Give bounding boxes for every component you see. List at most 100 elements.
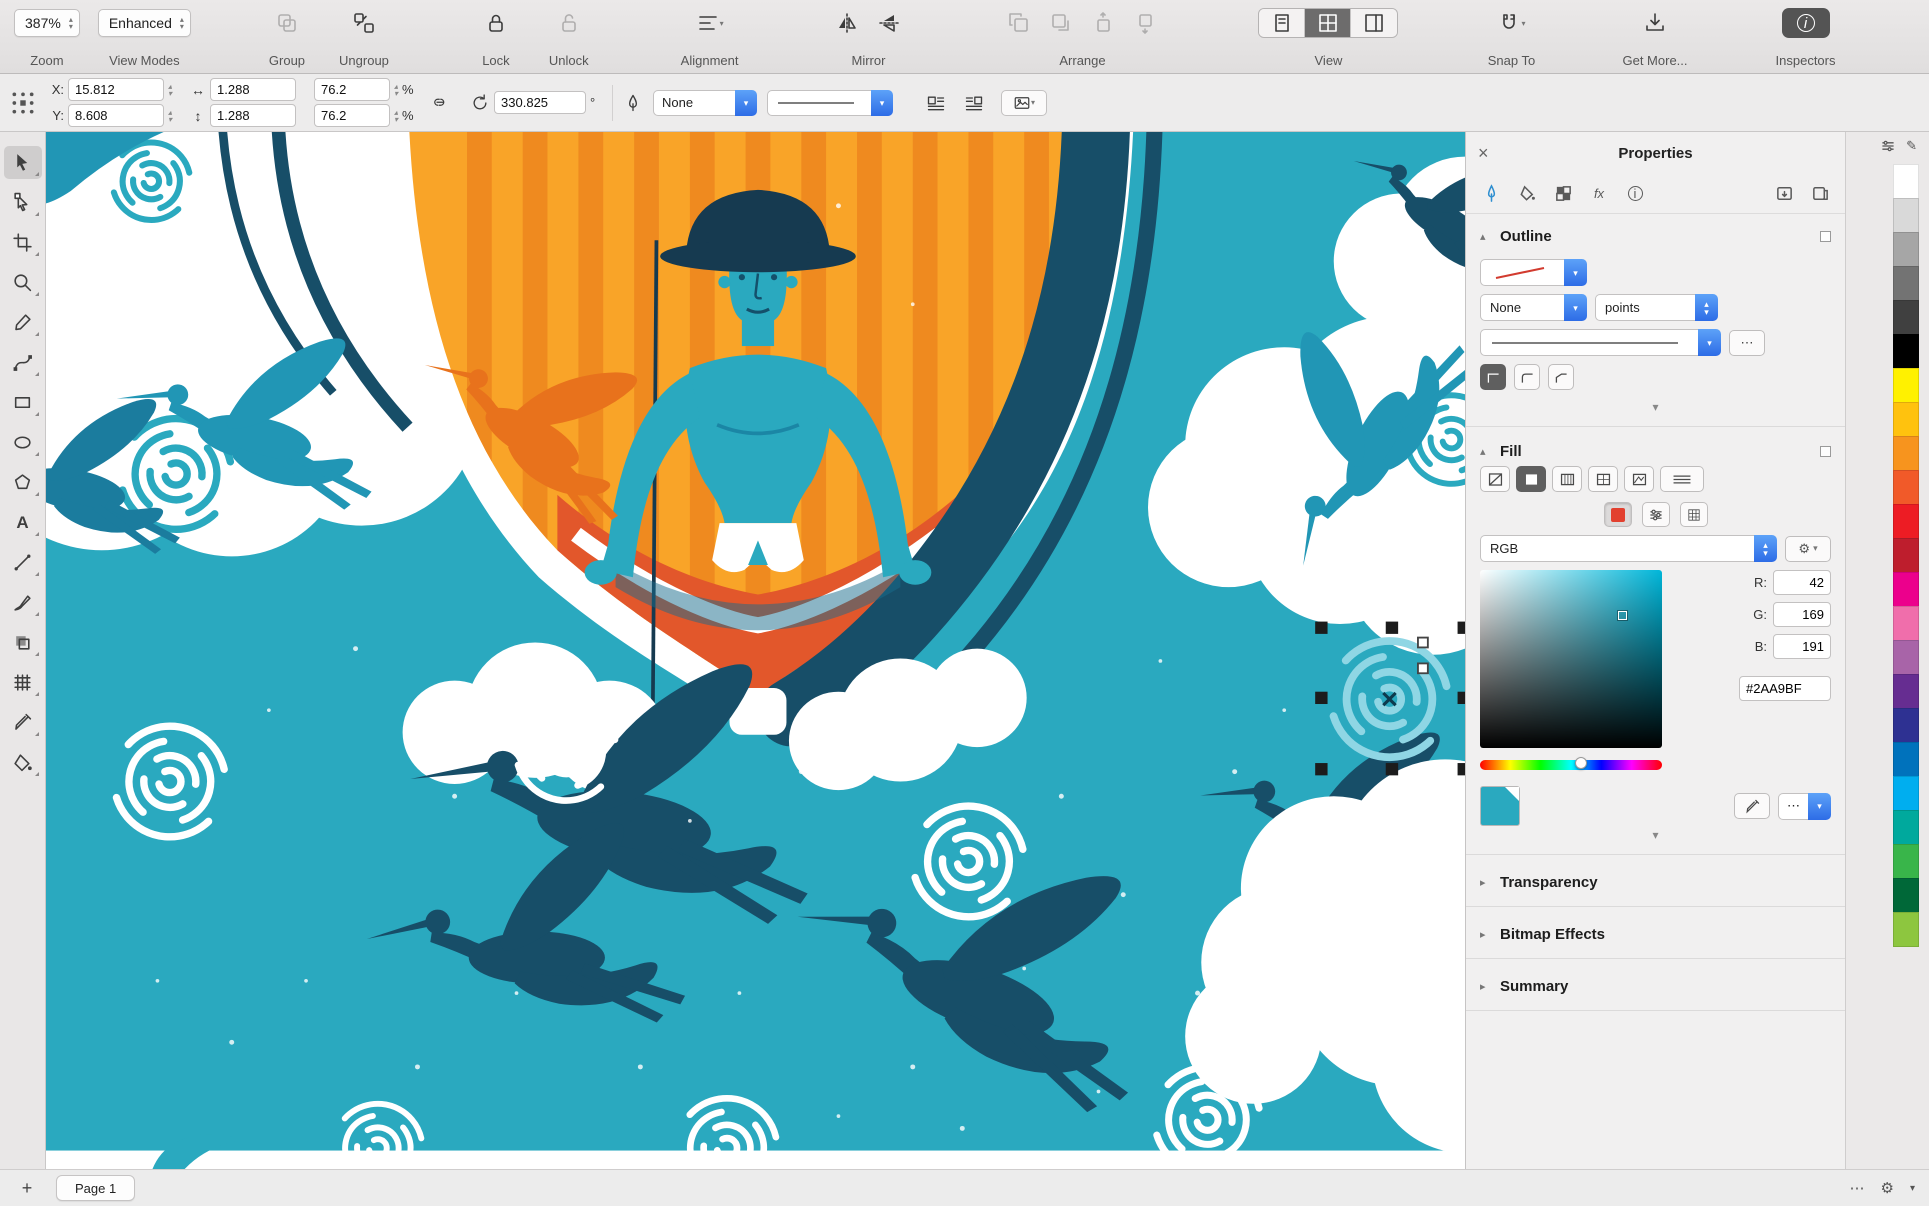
rectangle-tool[interactable] — [4, 386, 42, 419]
scale-x-stepper[interactable]: ▴ ▾ — [394, 82, 398, 97]
saturation-value-field[interactable] — [1480, 570, 1662, 748]
corner-bevel-button[interactable] — [1548, 364, 1574, 390]
fill-options-dropdown[interactable]: ▾ — [1001, 89, 1048, 116]
gear-icon[interactable]: ⚙ — [1881, 1179, 1894, 1197]
ungroup-button[interactable] — [347, 8, 381, 38]
smart-fill-tool[interactable] — [4, 746, 42, 779]
tab-summary[interactable]: i — [1620, 181, 1650, 207]
alignment-dropdown[interactable]: ▾ — [686, 8, 734, 38]
scale-y-stepper[interactable]: ▴ ▾ — [394, 108, 398, 123]
to-back-button[interactable] — [1044, 8, 1078, 38]
r-input[interactable] — [1773, 570, 1831, 595]
artistic-media-tool[interactable] — [4, 586, 42, 619]
close-icon[interactable]: × — [1478, 143, 1502, 164]
tab-transparency[interactable] — [1548, 181, 1578, 207]
view-layout-1-button[interactable] — [1259, 9, 1306, 37]
scale-x-input[interactable] — [314, 78, 391, 101]
ellipsis-icon[interactable]: ⋯ — [1850, 1179, 1865, 1197]
tab-frame[interactable] — [1769, 181, 1799, 207]
eyedropper-tool[interactable] — [4, 706, 42, 739]
view-layout-2-button[interactable] — [1305, 9, 1352, 37]
bezier-tool[interactable] — [4, 346, 42, 379]
lock-ratio-button[interactable] — [426, 88, 454, 118]
summary-section-header[interactable]: ▸ Summary — [1480, 969, 1831, 1004]
color-palettes-mode-button[interactable] — [1679, 502, 1708, 527]
tab-outline[interactable] — [1476, 181, 1506, 207]
hex-input[interactable] — [1739, 676, 1831, 701]
line-tool[interactable] — [4, 546, 42, 579]
tab-clip[interactable] — [1805, 181, 1835, 207]
outline-width-dropdown[interactable]: None ▾ — [653, 89, 758, 116]
hue-slider[interactable] — [1480, 757, 1662, 770]
fill-extra-dropdown[interactable]: ⋯ ▾ — [1778, 792, 1831, 820]
mesh-fill-tool[interactable] — [4, 666, 42, 699]
fill-solid-button[interactable] — [1516, 466, 1546, 492]
hue-slider-marker[interactable] — [1574, 757, 1587, 769]
y-position-input[interactable] — [68, 104, 164, 127]
line-style-dropdown[interactable]: ▾ — [767, 89, 894, 116]
palette-swatch[interactable] — [1893, 810, 1919, 845]
wrap-text-left-button[interactable] — [919, 88, 953, 118]
freehand-tool[interactable] — [4, 306, 42, 339]
palette-swatch[interactable] — [1893, 674, 1919, 709]
ellipse-tool[interactable] — [4, 426, 42, 459]
palette-swatch[interactable] — [1893, 198, 1919, 233]
palette-swatch[interactable] — [1893, 436, 1919, 471]
outline-width-dropdown[interactable]: None ▾ — [1480, 294, 1587, 321]
palette-swatch[interactable] — [1893, 606, 1919, 641]
tab-effects[interactable]: fx — [1584, 181, 1614, 207]
wrap-text-right-button[interactable] — [957, 88, 991, 118]
palette-swatch[interactable] — [1893, 708, 1919, 743]
snap-to-dropdown[interactable]: ▾ — [1486, 8, 1536, 38]
object-height-input[interactable] — [210, 104, 297, 127]
rotate-icon[interactable] — [470, 93, 490, 113]
palette-swatch[interactable] — [1893, 300, 1919, 335]
fill-none-button[interactable] — [1480, 466, 1510, 492]
view-modes-dropdown[interactable]: Enhanced ▴ ▾ — [97, 9, 191, 37]
fill-more-button[interactable] — [1660, 466, 1704, 492]
inspectors-button[interactable]: i — [1781, 8, 1830, 38]
transparency-section-header[interactable]: ▸ Transparency — [1480, 865, 1831, 900]
mirror-horizontal-button[interactable] — [830, 8, 864, 38]
fill-gradient-button[interactable] — [1552, 466, 1582, 492]
outline-expand-chevron[interactable]: ▾ — [1480, 398, 1831, 420]
color-picker-cursor[interactable] — [1617, 609, 1629, 621]
corner-round-button[interactable] — [1514, 364, 1540, 390]
palette-swatch[interactable] — [1893, 912, 1919, 947]
zoom-dropdown[interactable]: 387% ▴ ▾ — [14, 9, 80, 37]
outline-units-dropdown[interactable]: points ▴ ▾ — [1595, 294, 1718, 321]
fill-section-header[interactable]: ▴ Fill — [1480, 437, 1831, 466]
palette-swatch[interactable] — [1893, 878, 1919, 913]
forward-one-button[interactable] — [1086, 8, 1120, 38]
g-input[interactable] — [1773, 602, 1831, 627]
fill-texture-button[interactable] — [1624, 466, 1654, 492]
outline-toggle-box[interactable] — [1820, 231, 1831, 242]
object-origin-grid[interactable] — [10, 90, 36, 116]
tab-fill[interactable] — [1512, 181, 1542, 207]
lock-button[interactable] — [479, 8, 513, 38]
outline-section-header[interactable]: ▴ Outline — [1480, 222, 1831, 251]
group-button[interactable] — [270, 8, 304, 38]
corner-miter-button[interactable] — [1480, 364, 1506, 390]
line-style-more-button[interactable]: ⋯ — [1729, 329, 1765, 356]
palette-swatch[interactable] — [1893, 844, 1919, 879]
crop-tool[interactable] — [4, 226, 42, 259]
x-position-input[interactable] — [68, 78, 164, 101]
get-more-button[interactable] — [1638, 8, 1672, 38]
x-stepper[interactable]: ▴ ▾ — [168, 82, 172, 97]
canvas-area[interactable] — [46, 132, 1465, 1169]
palette-swatch[interactable] — [1893, 164, 1919, 199]
add-page-button[interactable]: + — [14, 1178, 40, 1199]
shadow-tool[interactable] — [4, 626, 42, 659]
palette-swatch[interactable] — [1893, 266, 1919, 301]
palette-swatch[interactable] — [1893, 470, 1919, 505]
to-front-button[interactable] — [1002, 8, 1036, 38]
current-color-swatch[interactable] — [1480, 786, 1520, 826]
eyedropper-button[interactable] — [1734, 793, 1770, 819]
panel-settings-icon[interactable] — [1880, 138, 1896, 157]
b-input[interactable] — [1773, 634, 1831, 659]
color-options-dropdown[interactable]: ⚙ ▾ — [1785, 535, 1831, 562]
palette-swatch[interactable] — [1893, 538, 1919, 573]
mirror-vertical-button[interactable] — [872, 8, 906, 38]
scale-y-input[interactable] — [314, 104, 391, 127]
